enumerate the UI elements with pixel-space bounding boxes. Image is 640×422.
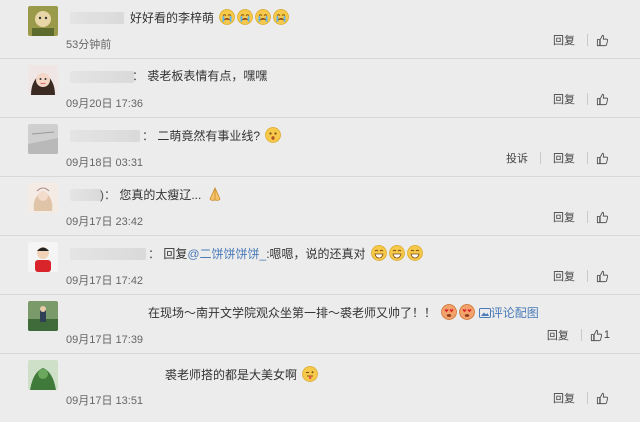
thumbs-up-icon <box>596 392 609 404</box>
comment-actions: 回复 1 <box>543 327 610 343</box>
thumbs-up-icon <box>590 329 602 341</box>
username-blurred[interactable] <box>70 12 124 24</box>
comment-text: )： 您真的太瘦辽... <box>100 186 223 203</box>
crying-emoji-icon <box>273 9 290 25</box>
reply-button[interactable]: 回复 <box>549 209 579 225</box>
tongue-out-emoji-icon <box>302 366 319 382</box>
comment-image-link[interactable]: 评论配图 <box>478 306 539 320</box>
comment-item: 裘老师搭的都是大美女啊 09月17日 13:51 回复 <box>0 354 640 422</box>
like-button[interactable] <box>596 211 610 224</box>
comment-time: 53分钟前 <box>66 39 112 51</box>
divider <box>587 152 588 164</box>
comment-time: 09月17日 17:42 <box>66 275 144 287</box>
like-button[interactable]: 1 <box>590 329 610 342</box>
reply-button[interactable]: 回复 <box>549 91 579 107</box>
reply-button[interactable]: 回复 <box>543 327 573 343</box>
comment-text: ： 回复@二饼饼饼饼_:嗯嗯，说的还真对 <box>148 245 423 262</box>
reply-prefix: 回复 <box>163 247 188 261</box>
avatar[interactable] <box>28 242 58 272</box>
comment-body: 裘老师搭的都是大美女啊 <box>165 368 298 382</box>
comment-time: 09月20日 17:36 <box>66 98 144 110</box>
comment-list: 好好看的李梓萌 53分钟前 回复 ： 裘老板表情有点，嘿嘿 09月20日 17:… <box>0 0 640 422</box>
comment-time: 09月17日 23:42 <box>66 216 144 228</box>
reply-button[interactable]: 回复 <box>549 32 579 48</box>
thumbs-up-icon <box>596 270 609 282</box>
comment-body: 好好看的李梓萌 <box>130 11 215 25</box>
like-count: 1 <box>603 329 610 341</box>
comment-time: 09月17日 13:51 <box>66 395 144 407</box>
comment-time: 09月18日 03:31 <box>66 157 144 169</box>
comment-actions: 回复 <box>549 390 610 406</box>
divider <box>587 34 588 46</box>
like-button[interactable] <box>596 270 610 283</box>
comment-item: )： 您真的太瘦辽... 09月17日 23:42 回复 <box>0 177 640 236</box>
comment-item: ： 回复@二饼饼饼饼_:嗯嗯，说的还真对 09月17日 17:42 回复 <box>0 236 640 295</box>
comment-text: 在现场～南开文学院观众坐第一排～裘老师又帅了！！ 评论配图 <box>148 304 539 321</box>
like-button[interactable] <box>596 152 610 165</box>
comment-actions: 投诉 回复 <box>502 150 610 166</box>
crying-emoji-icon <box>237 9 254 25</box>
report-button[interactable]: 投诉 <box>502 150 532 166</box>
comment-item: 在现场～南开文学院观众坐第一排～裘老师又帅了！！ 评论配图 09月17日 17:… <box>0 295 640 354</box>
divider <box>587 93 588 105</box>
comment-actions: 回复 <box>549 209 610 225</box>
heart-eyes-emoji-icon <box>441 304 458 320</box>
thumbs-up-icon <box>596 34 609 46</box>
mention-link[interactable]: @二饼饼饼饼_ <box>187 247 266 261</box>
comment-body: 在现场～南开文学院观众坐第一排～裘老师又帅了！！ <box>148 306 437 320</box>
laughing-emoji-icon <box>389 245 405 261</box>
comment-body: 二萌竟然有事业线? <box>157 129 261 143</box>
reply-button[interactable]: 回复 <box>549 390 579 406</box>
thumbs-up-icon <box>596 211 609 223</box>
username-blurred[interactable] <box>70 189 102 201</box>
surprised-emoji-icon <box>265 127 282 143</box>
divider <box>580 329 582 341</box>
divider <box>587 392 588 404</box>
username-blurred[interactable] <box>70 248 146 260</box>
username-blurred[interactable] <box>70 130 140 142</box>
divider <box>587 211 588 223</box>
comment-body: 您真的太瘦辽... <box>119 188 202 202</box>
praying-hands-icon <box>207 186 223 202</box>
crying-emoji-icon <box>219 9 236 25</box>
avatar[interactable] <box>28 65 58 95</box>
heart-eyes-emoji-icon <box>459 304 476 320</box>
avatar[interactable] <box>28 360 58 390</box>
comment-body: 裘老板表情有点，嘿嘿 <box>147 69 268 83</box>
comment-text: 裘老师搭的都是大美女啊 <box>165 366 319 383</box>
comment-time: 09月17日 17:39 <box>66 334 144 346</box>
username-blurred[interactable] <box>70 71 134 83</box>
avatar[interactable] <box>28 301 58 331</box>
thumbs-up-icon <box>596 93 609 105</box>
laughing-emoji-icon <box>407 245 423 261</box>
crying-emoji-icon <box>255 9 272 25</box>
comment-item: 好好看的李梓萌 53分钟前 回复 <box>0 0 640 59</box>
thumbs-up-icon <box>596 152 609 164</box>
comment-actions: 回复 <box>549 32 610 48</box>
comment-text: 好好看的李梓萌 <box>130 9 290 26</box>
comment-actions: 回复 <box>549 268 610 284</box>
avatar[interactable] <box>28 6 58 36</box>
comment-item: ： 二萌竟然有事业线? 09月18日 03:31 投诉 回复 <box>0 118 640 177</box>
avatar[interactable] <box>28 183 58 213</box>
laughing-emoji-icon <box>371 245 387 261</box>
comment-text: ： 裘老板表情有点，嘿嘿 <box>132 69 268 83</box>
divider <box>587 270 588 282</box>
like-button[interactable] <box>596 93 610 106</box>
like-button[interactable] <box>596 392 610 405</box>
comment-body: :嗯嗯，说的还真对 <box>266 247 366 261</box>
image-icon <box>478 308 491 318</box>
reply-button[interactable]: 回复 <box>549 268 579 284</box>
comment-item: ： 裘老板表情有点，嘿嘿 09月20日 17:36 回复 <box>0 59 640 118</box>
comment-actions: 回复 <box>549 91 610 107</box>
avatar[interactable] <box>28 124 58 154</box>
comment-text: ： 二萌竟然有事业线? <box>142 127 282 144</box>
like-button[interactable] <box>596 34 610 47</box>
reply-button[interactable]: 回复 <box>549 150 579 166</box>
divider <box>540 152 541 164</box>
